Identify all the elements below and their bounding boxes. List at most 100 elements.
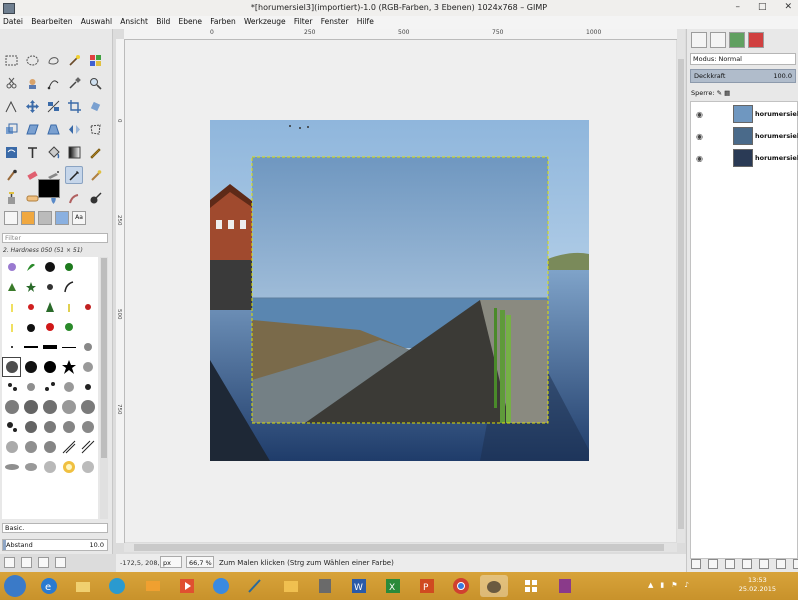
maximize-button[interactable]: □ — [758, 2, 767, 12]
menu-hilfe[interactable]: Hilfe — [354, 16, 377, 26]
brush-scrollbar[interactable] — [100, 257, 108, 519]
layer-row[interactable]: ◉ horumersiel4.JP — [691, 126, 798, 146]
start-button-icon[interactable] — [4, 575, 26, 597]
font-tab-icon[interactable]: Aa — [72, 211, 86, 225]
duplicate-layer-icon[interactable] — [759, 559, 769, 569]
layer-opacity-slider[interactable]: Deckkraft 100.0 — [690, 69, 796, 83]
text-tool-icon[interactable] — [23, 143, 41, 161]
taskbar-app-ie2-icon[interactable] — [210, 575, 232, 597]
brush-grid[interactable] — [2, 257, 98, 519]
brush-filter-input[interactable]: Filter — [2, 233, 108, 243]
spacing-slider[interactable]: Abstand 10.0 — [2, 539, 108, 551]
menu-filter[interactable]: Filter — [291, 16, 316, 26]
unit-select[interactable]: px — [160, 556, 182, 568]
menu-datei[interactable]: Datei — [0, 16, 26, 26]
gradient-tab-icon[interactable] — [38, 211, 52, 225]
menu-fenster[interactable]: Fenster — [318, 16, 352, 26]
taskbar-clock[interactable]: 13:53 25.02.2015 — [739, 576, 776, 594]
lock-pixels-icon[interactable]: ✎ — [717, 89, 722, 97]
blend-tool-icon[interactable] — [65, 143, 83, 161]
brush-preset-select[interactable]: Basic. — [2, 523, 108, 533]
dodge-burn-tool-icon[interactable] — [86, 189, 104, 207]
taskbar-app-media-icon[interactable] — [176, 575, 198, 597]
foreground-select-tool-icon[interactable] — [23, 74, 41, 92]
refresh-brushes-icon[interactable] — [55, 557, 66, 568]
taskbar-app-gimp-icon[interactable] — [480, 575, 508, 597]
visibility-eye-icon[interactable]: ◉ — [696, 154, 703, 163]
menu-auswahl[interactable]: Auswahl — [78, 16, 115, 26]
fuzzy-select-tool-icon[interactable] — [65, 51, 83, 69]
clone-tool-icon[interactable] — [2, 189, 20, 207]
layer-row[interactable]: ◉ horumersiel3.JP — [691, 148, 798, 168]
menu-bearbeiten[interactable]: Bearbeiten — [28, 16, 75, 26]
scissors-select-tool-icon[interactable] — [2, 74, 20, 92]
tray-chevron-icon[interactable]: ▲ — [648, 581, 653, 589]
layer-mode-select[interactable]: Modus: Normal — [690, 53, 796, 65]
taskbar-app-explorer-icon[interactable] — [280, 575, 302, 597]
taskbar-app-word-icon[interactable]: W — [348, 575, 370, 597]
menu-ansicht[interactable]: Ansicht — [117, 16, 151, 26]
new-brush-icon[interactable] — [4, 557, 15, 568]
menu-bild[interactable]: Bild — [153, 16, 173, 26]
warp-transform-tool-icon[interactable] — [2, 143, 20, 161]
new-layer-group-icon[interactable] — [708, 559, 718, 569]
taskbar-app-folder-icon[interactable] — [72, 575, 94, 597]
tray-flag-icon[interactable]: ⚑ — [671, 581, 677, 589]
menu-werkzeuge[interactable]: Werkzeuge — [241, 16, 289, 26]
align-tool-icon[interactable] — [44, 97, 62, 115]
canvas-vertical-scrollbar[interactable] — [677, 29, 685, 543]
scale-tool-icon[interactable] — [2, 120, 20, 138]
lower-layer-icon[interactable] — [742, 559, 752, 569]
anchor-layer-icon[interactable] — [776, 559, 786, 569]
taskbar-app-maxthon-icon[interactable] — [106, 575, 128, 597]
measure-tool-icon[interactable] — [2, 97, 20, 115]
layers-tab-icon[interactable] — [691, 32, 707, 48]
move-tool-icon[interactable] — [23, 97, 41, 115]
paintbrush-tool-icon[interactable] — [2, 166, 20, 184]
ellipse-select-tool-icon[interactable] — [23, 51, 41, 69]
vertical-ruler[interactable]: 0 250 500 750 — [116, 39, 125, 543]
bucket-fill-tool-icon[interactable] — [44, 143, 62, 161]
menu-farben[interactable]: Farben — [207, 16, 238, 26]
fg-bg-colors[interactable] — [38, 179, 72, 207]
duplicate-brush-icon[interactable] — [21, 557, 32, 568]
free-select-tool-icon[interactable] — [44, 51, 62, 69]
lock-alpha-icon[interactable]: ▦ — [724, 89, 730, 97]
palette-tab-icon[interactable] — [55, 211, 69, 225]
taskbar-app-ie-icon[interactable]: e — [38, 575, 60, 597]
foreground-color-swatch[interactable] — [38, 179, 60, 198]
taskbar-app-apps-icon[interactable] — [520, 575, 542, 597]
color-select-tool-icon[interactable] — [86, 51, 104, 69]
taskbar-app-ink-icon[interactable] — [244, 575, 266, 597]
taskbar-app-chrome-icon[interactable] — [450, 575, 472, 597]
myPaint-brush-tool-icon[interactable] — [86, 166, 104, 184]
channels-tab-icon[interactable] — [710, 32, 726, 48]
visibility-eye-icon[interactable]: ◉ — [696, 132, 703, 141]
raise-layer-icon[interactable] — [725, 559, 735, 569]
perspective-tool-icon[interactable] — [44, 120, 62, 138]
mask-layer-icon[interactable] — [793, 559, 798, 569]
color-picker-tool-icon[interactable] — [65, 74, 83, 92]
rect-select-tool-icon[interactable] — [2, 51, 20, 69]
zoom-select[interactable]: 66,7 % — [186, 556, 214, 568]
pattern-tab-icon[interactable] — [21, 211, 35, 225]
minimize-button[interactable]: – — [735, 2, 740, 12]
close-button[interactable]: ✕ — [784, 2, 792, 12]
image-canvas[interactable] — [210, 120, 589, 461]
paths-tool-icon[interactable] — [44, 74, 62, 92]
canvas-horizontal-scrollbar[interactable] — [124, 543, 677, 552]
pencil-tool-icon[interactable] — [86, 143, 104, 161]
zoom-tool-icon[interactable] — [86, 74, 104, 92]
tray-speaker-icon[interactable]: ♪ — [685, 581, 689, 589]
taskbar-app-mail-icon[interactable] — [142, 575, 164, 597]
visibility-eye-icon[interactable]: ◉ — [696, 110, 703, 119]
new-layer-icon[interactable] — [691, 559, 701, 569]
crop-tool-icon[interactable] — [65, 97, 83, 115]
taskbar-app-calc-icon[interactable] — [314, 575, 336, 597]
cage-transform-tool-icon[interactable] — [86, 120, 104, 138]
taskbar-app-powerpoint-icon[interactable]: P — [416, 575, 438, 597]
taskbar-app-excel-icon[interactable]: X — [382, 575, 404, 597]
taskbar-app-winrar-icon[interactable] — [554, 575, 576, 597]
rotate-tool-icon[interactable] — [86, 97, 104, 115]
horizontal-ruler[interactable]: 0 250 500 750 1000 — [124, 29, 677, 40]
